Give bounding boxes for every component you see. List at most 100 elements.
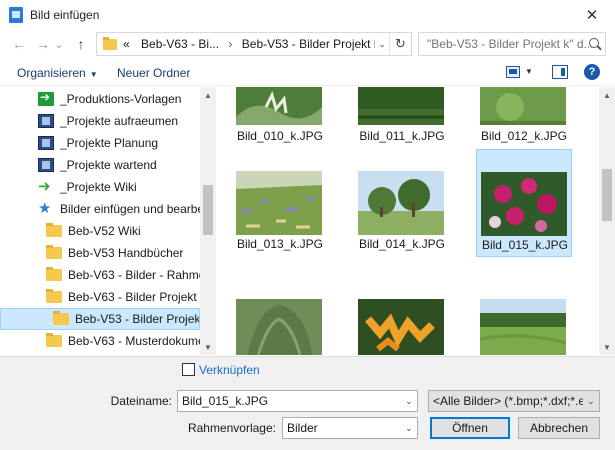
file-tile[interactable]: Bild_017_k.JPG bbox=[354, 277, 450, 355]
scroll-up-icon[interactable]: ▲ bbox=[200, 87, 216, 103]
filename-label: Dateiname: bbox=[110, 394, 172, 408]
help-icon[interactable]: ? bbox=[584, 64, 600, 80]
image-thumbnail bbox=[236, 87, 322, 125]
navigation-bar: ← → ⌄ ↑ « Beb-V63 - Bi... › Beb-V53 - Bi… bbox=[0, 30, 615, 58]
file-tile[interactable]: Bild_016_k.JPG bbox=[232, 277, 328, 355]
close-icon[interactable]: ✕ bbox=[569, 0, 615, 30]
organize-menu-button[interactable]: Organisieren ▼ bbox=[17, 66, 98, 80]
scroll-down-icon[interactable]: ▼ bbox=[599, 339, 615, 355]
file-name: Bild_014_k.JPG bbox=[358, 237, 446, 251]
file-grid: Bild_010_k.JPG Bild_011_k.JPG Bild_012_k.J… bbox=[217, 87, 599, 355]
chevron-down-icon[interactable]: ⌄ bbox=[583, 396, 599, 407]
file-type-filter-select[interactable]: <Alle Bilder> (*.bmp;*.dxf;*.em ⌄ bbox=[428, 390, 600, 412]
tree-item[interactable]: _Projekte Planung bbox=[0, 132, 200, 154]
breadcrumb-overflow[interactable]: « bbox=[123, 37, 130, 51]
breadcrumb: « Beb-V63 - Bi... › Beb-V53 - Bilder Pro… bbox=[123, 37, 375, 51]
tree-item-label: _Projekte Planung bbox=[60, 136, 159, 150]
open-button[interactable]: Öffnen bbox=[430, 417, 510, 439]
refresh-icon[interactable]: ↻ bbox=[389, 33, 411, 55]
tree-item-label: Beb-V63 - Musterdokument bbox=[68, 334, 200, 348]
tree-item[interactable]: Beb-V63 - Musterdokument bbox=[0, 330, 200, 352]
tree-item[interactable]: Beb-V63 - Bilder - Rahmen bbox=[0, 264, 200, 286]
scrollbar-thumb[interactable] bbox=[602, 169, 612, 221]
search-box[interactable] bbox=[418, 32, 606, 56]
file-tile[interactable]: Bild_018_k.jpg bbox=[476, 277, 572, 355]
frame-template-value: Bilder bbox=[287, 421, 318, 435]
tree-item-label: Beb-V53 - Bilder Projekt k bbox=[75, 312, 200, 326]
tree-item[interactable]: _Projekte wartend bbox=[0, 154, 200, 176]
file-name: Bild_012_k.JPG bbox=[480, 129, 568, 143]
folder-icon bbox=[53, 311, 69, 325]
file-tile[interactable]: Bild_014_k.JPG bbox=[354, 149, 450, 257]
tree-item-label: Beb-V52 Wiki bbox=[68, 224, 141, 238]
file-grid-scrollbar[interactable]: ▲ ▼ bbox=[599, 87, 615, 355]
preview-pane-icon[interactable] bbox=[552, 65, 568, 79]
address-dropdown-chevron-icon[interactable]: ⌄ bbox=[375, 39, 389, 50]
new-folder-button[interactable]: Neuer Ordner bbox=[117, 66, 190, 80]
breadcrumb-item-current[interactable]: Beb-V53 - Bilder Projekt k bbox=[242, 37, 375, 51]
tree-item-label: _Projekte aufraeumen bbox=[60, 114, 179, 128]
tree-item-label: Beb-V63 - Bilder Projekt O bbox=[68, 290, 200, 304]
tree-item[interactable]: Beb-V52 Wiki bbox=[0, 220, 200, 242]
tree-item[interactable]: Bilder einfügen und bearbeiten bbox=[0, 198, 200, 220]
back-arrow-icon[interactable]: ← bbox=[8, 34, 30, 54]
address-bar[interactable]: « Beb-V63 - Bi... › Beb-V53 - Bilder Pro… bbox=[96, 32, 412, 56]
breadcrumb-separator: › bbox=[228, 37, 233, 51]
tree-item[interactable]: Beb-V63 - Bilder Projekt O bbox=[0, 286, 200, 308]
search-icon[interactable] bbox=[589, 38, 599, 48]
file-tile[interactable]: Bild_015_k.JPG bbox=[476, 149, 572, 257]
scroll-up-icon[interactable]: ▲ bbox=[599, 87, 615, 103]
tree-item-label: Beb-V63 - Bilder - Rahmen bbox=[68, 268, 200, 282]
recent-locations-chevron-icon[interactable]: ⌄ bbox=[52, 34, 66, 54]
tree-item[interactable]: _Projekte aufraeumen bbox=[0, 110, 200, 132]
tree-item[interactable]: Beb-V53 Handbücher bbox=[0, 242, 200, 264]
frame-template-select[interactable]: Bilder ⌄ bbox=[282, 417, 418, 439]
folder-icon bbox=[46, 223, 62, 237]
tree-item[interactable]: Beb-V53 - Bilder Projekt k bbox=[0, 308, 200, 330]
image-thumbnail bbox=[236, 171, 322, 235]
folder-icon bbox=[46, 245, 62, 259]
tree-item-label: Beb-V53 Handbücher bbox=[68, 246, 184, 260]
chevron-down-icon[interactable]: ⌄ bbox=[401, 396, 417, 407]
file-tile[interactable]: Bild_010_k.JPG bbox=[232, 87, 328, 147]
search-input[interactable] bbox=[427, 37, 592, 51]
tree-item[interactable]: _Produktions-Vorlagen bbox=[0, 88, 200, 110]
green-arrow-icon bbox=[38, 177, 54, 195]
view-mode-icon[interactable] bbox=[506, 66, 520, 78]
tree-item[interactable]: _Projekte Wiki bbox=[0, 176, 200, 198]
filename-combo[interactable]: Bild_015_k.JPG ⌄ bbox=[177, 390, 418, 412]
scroll-down-icon[interactable]: ▼ bbox=[200, 339, 216, 355]
window-title: Bild einfügen bbox=[30, 8, 100, 22]
link-checkbox-label[interactable]: Verknüpfen bbox=[199, 363, 260, 377]
film-icon bbox=[38, 158, 54, 172]
up-arrow-icon[interactable]: ↑ bbox=[70, 34, 92, 54]
organize-label: Organisieren bbox=[17, 66, 86, 80]
folder-icon bbox=[46, 289, 62, 303]
frame-template-label: Rahmenvorlage: bbox=[187, 421, 276, 435]
film-icon bbox=[38, 114, 54, 128]
tree-item[interactable]: Beb-V63 - Script bbox=[0, 352, 200, 355]
link-checkbox[interactable] bbox=[182, 363, 195, 376]
file-tile[interactable]: Bild_013_k.JPG bbox=[232, 149, 328, 257]
breadcrumb-item-parent[interactable]: Beb-V63 - Bi... bbox=[141, 37, 219, 51]
folder-tree-scrollbar[interactable]: ▲ ▼ bbox=[200, 87, 216, 355]
view-caret-down-icon[interactable]: ▼ bbox=[525, 67, 533, 76]
filename-field[interactable]: Bild_015_k.JPG bbox=[182, 394, 401, 408]
tree-item-label: _Projekte wartend bbox=[60, 158, 157, 172]
file-name: Bild_015_k.JPG bbox=[481, 238, 569, 252]
file-name: Bild_013_k.JPG bbox=[236, 237, 324, 251]
file-tile[interactable]: Bild_011_k.JPG bbox=[354, 87, 450, 147]
tree-item-label: _Projekte Wiki bbox=[60, 180, 137, 194]
folder-icon bbox=[103, 36, 117, 50]
forward-arrow-icon[interactable]: → bbox=[32, 34, 54, 54]
scrollbar-thumb[interactable] bbox=[203, 185, 213, 235]
green-arrow-box-icon bbox=[38, 90, 54, 106]
file-tile[interactable]: Bild_012_k.JPG bbox=[476, 87, 572, 147]
folder-icon bbox=[46, 267, 62, 281]
image-thumbnail bbox=[358, 171, 444, 235]
app-picture-icon bbox=[9, 7, 23, 23]
cancel-button[interactable]: Abbrechen bbox=[518, 417, 600, 439]
image-thumbnail bbox=[481, 172, 567, 236]
star-icon bbox=[38, 199, 54, 217]
chevron-down-icon[interactable]: ⌄ bbox=[401, 423, 417, 434]
